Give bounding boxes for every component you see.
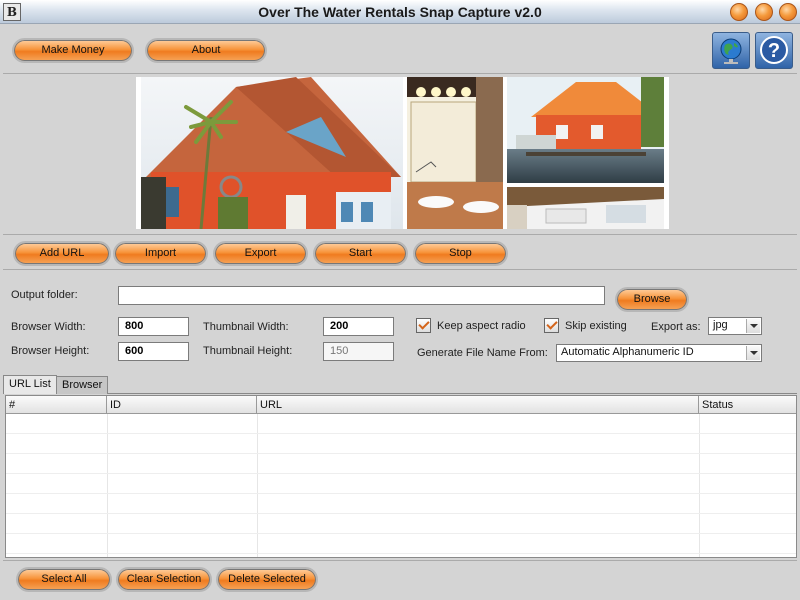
generate-name-label: Generate File Name From: (417, 347, 548, 359)
help-icon: ? (760, 36, 788, 64)
import-button[interactable]: Import (113, 241, 208, 266)
table-row[interactable] (6, 494, 796, 514)
export-as-select[interactable]: jpg (708, 317, 762, 335)
thumbnail-width-label: Thumbnail Width: (203, 321, 289, 333)
column-header-status[interactable]: Status (699, 396, 796, 414)
settings-panel: Output folder: Browse Browser Width: 800… (3, 271, 797, 375)
table-row[interactable] (6, 434, 796, 454)
banner (3, 75, 797, 235)
chevron-down-icon (746, 319, 760, 333)
keep-aspect-checkbox[interactable] (416, 318, 431, 333)
delete-selected-button[interactable]: Delete Selected (216, 567, 318, 592)
bottom-bar: Select All Clear Selection Delete Select… (3, 560, 797, 598)
chevron-down-icon (746, 346, 760, 360)
table-header: # ID URL Status (6, 396, 796, 414)
clear-selection-button[interactable]: Clear Selection (116, 567, 212, 592)
thumbnail-width-input[interactable]: 200 (323, 317, 394, 336)
table-row[interactable] (6, 454, 796, 474)
svg-text:?: ? (768, 40, 780, 62)
column-header-number[interactable]: # (6, 396, 107, 414)
output-folder-label: Output folder: (11, 289, 78, 301)
browser-height-label: Browser Height: (11, 345, 90, 357)
globe-icon (720, 38, 742, 64)
maximize-button[interactable] (755, 3, 773, 21)
generate-name-value: Automatic Alphanumeric ID (561, 346, 694, 358)
browser-width-input[interactable]: 800 (118, 317, 189, 336)
browser-height-input[interactable]: 600 (118, 342, 189, 361)
browser-width-label: Browser Width: (11, 321, 86, 333)
output-folder-input[interactable] (118, 286, 605, 305)
table-row[interactable] (6, 514, 796, 534)
generate-name-select[interactable]: Automatic Alphanumeric ID (556, 344, 762, 362)
skip-existing-label: Skip existing (565, 320, 627, 332)
make-money-button[interactable]: Make Money (12, 38, 134, 63)
tab-browser[interactable]: Browser (56, 376, 109, 394)
browse-button[interactable]: Browse (615, 287, 689, 312)
main-toolbar: Add URL Import Export Start Stop (3, 236, 797, 270)
export-as-value: jpg (713, 319, 728, 331)
close-button[interactable] (779, 3, 797, 21)
thumbnail-height-input[interactable]: 150 (323, 342, 394, 361)
column-header-id[interactable]: ID (107, 396, 257, 414)
help-button[interactable]: ? (755, 32, 793, 69)
start-button[interactable]: Start (313, 241, 408, 266)
window-title: Over The Water Rentals Snap Capture v2.0 (258, 4, 542, 20)
stop-button[interactable]: Stop (413, 241, 508, 266)
banner-image (141, 77, 664, 230)
table-row[interactable] (6, 414, 796, 434)
about-button[interactable]: About (145, 38, 267, 63)
export-button[interactable]: Export (213, 241, 308, 266)
header-bar: Make Money About ? (3, 28, 797, 74)
website-button[interactable] (712, 32, 750, 69)
tab-strip: URL List Browser (3, 375, 797, 394)
tab-url-list[interactable]: URL List (3, 375, 57, 394)
thumbnail-height-label: Thumbnail Height: (203, 345, 293, 357)
select-all-button[interactable]: Select All (16, 567, 112, 592)
column-header-url[interactable]: URL (257, 396, 699, 414)
table-row[interactable] (6, 474, 796, 494)
minimize-button[interactable] (730, 3, 748, 21)
table-row[interactable] (6, 534, 796, 554)
url-table[interactable]: # ID URL Status (5, 395, 797, 558)
banner-photos (136, 77, 669, 230)
add-url-button[interactable]: Add URL (13, 241, 111, 266)
export-as-label: Export as: (651, 321, 701, 333)
keep-aspect-label: Keep aspect radio (437, 320, 526, 332)
title-bar: B Over The Water Rentals Snap Capture v2… (0, 0, 800, 24)
skip-existing-checkbox[interactable] (544, 318, 559, 333)
